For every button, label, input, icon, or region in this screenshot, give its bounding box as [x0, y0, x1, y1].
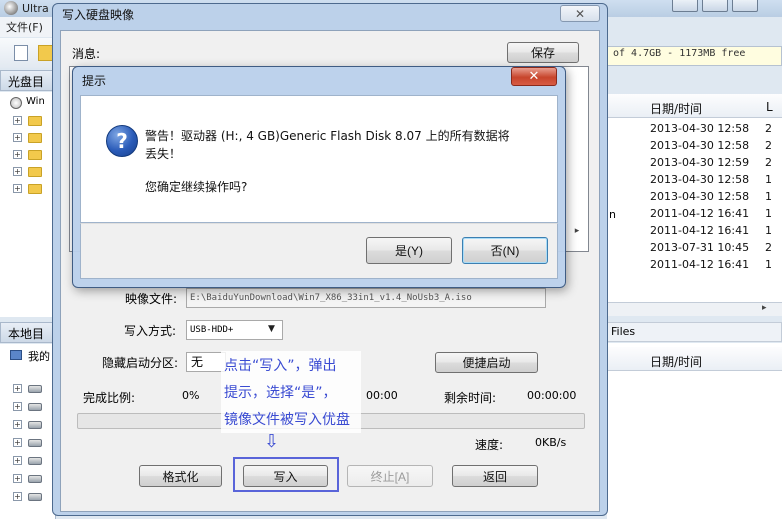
drive-icon[interactable]	[28, 457, 42, 465]
tree-expand-icon[interactable]: +	[13, 133, 22, 142]
files-label: Files	[611, 325, 636, 338]
percent-value: 0%	[182, 389, 200, 402]
new-file-icon[interactable]	[14, 45, 28, 61]
drive-icon[interactable]	[28, 421, 42, 429]
annotation-line: 提示，选择“是”，	[224, 385, 337, 401]
disc-size-text: of 4.7GB - 1173MB free	[613, 48, 746, 59]
tree-expand-icon[interactable]: +	[13, 150, 22, 159]
return-button[interactable]: 返回	[452, 465, 538, 487]
image-file-field[interactable]: E:\BaiduYunDownload\Win7_X86_33in1_v1.4_…	[186, 288, 546, 308]
close-main-button[interactable]	[732, 0, 758, 12]
annotation-line: 镜像文件被写入优盘	[224, 412, 350, 428]
l-column-header[interactable]: L	[766, 100, 773, 114]
confirm-close-button[interactable]: ✕	[511, 67, 557, 86]
confirm-dialog-title: 提示	[82, 74, 107, 88]
save-button[interactable]: 保存	[507, 42, 579, 63]
ultraiso-app-icon	[4, 1, 18, 15]
l-cell: 1	[765, 224, 772, 237]
local-panel-label: 本地目	[8, 327, 45, 341]
quick-boot-button[interactable]: 便捷启动	[435, 352, 538, 373]
write-method-label: 写入方式:	[124, 324, 177, 338]
date-cell: 2013-04-30 12:58	[650, 173, 750, 186]
scroll-right-icon[interactable]: ▸	[762, 303, 767, 313]
no-button[interactable]: 否(N)	[462, 237, 548, 264]
abort-button: 终止[A]	[347, 465, 433, 487]
drive-icon[interactable]	[28, 475, 42, 483]
annotation-line: 点击“写入”，弹出	[224, 358, 337, 374]
date-cell: 2011-04-12 16:41	[650, 207, 750, 220]
date-cell: 2011-04-12 16:41	[650, 224, 750, 237]
drive-icon[interactable]	[28, 385, 42, 393]
write-dialog-close-button[interactable]: ✕	[560, 5, 600, 22]
name-fragment: n	[609, 208, 616, 221]
folder-icon[interactable]	[28, 167, 42, 177]
cd-root-label[interactable]: Win	[26, 96, 45, 107]
l-cell: 1	[765, 190, 772, 203]
drive-icon[interactable]	[28, 439, 42, 447]
tree-expand-icon[interactable]: +	[13, 492, 22, 501]
speed-value: 0KB/s	[535, 436, 567, 449]
tree-expand-icon[interactable]: +	[13, 438, 22, 447]
tree-expand-icon[interactable]: +	[13, 474, 22, 483]
date-cell: 2011-04-12 16:41	[650, 258, 750, 271]
folder-icon[interactable]	[28, 116, 42, 126]
maximize-button[interactable]	[702, 0, 728, 12]
drive-icon[interactable]	[28, 493, 42, 501]
image-file-label: 映像文件:	[125, 292, 178, 306]
horizontal-scrollbar[interactable]	[607, 302, 782, 316]
scroll-right-icon[interactable]: ▸	[567, 226, 587, 240]
tree-expand-icon[interactable]: +	[13, 116, 22, 125]
minimize-button[interactable]	[672, 0, 698, 12]
arrow-down-icon: ⇩	[264, 431, 280, 452]
hidden-partition-label: 隐藏启动分区:	[102, 356, 179, 370]
percent-label: 完成比例:	[83, 391, 136, 405]
menu-file[interactable]: 文件(F)	[6, 19, 43, 35]
date-cell: 2013-04-30 12:58	[650, 122, 750, 135]
date-column-header[interactable]: 日期/时间	[650, 100, 702, 117]
l-cell: 1	[765, 207, 772, 220]
cd-disc-icon	[10, 97, 22, 109]
date-cell: 2013-04-30 12:59	[650, 156, 750, 169]
chevron-down-icon[interactable]: ▼	[268, 324, 275, 334]
folder-icon[interactable]	[28, 150, 42, 160]
speed-label: 速度:	[475, 438, 504, 452]
cd-panel-label: 光盘目	[8, 75, 45, 89]
date-cell: 2013-07-31 10:45	[650, 241, 750, 254]
annotation-highlight-box	[233, 457, 339, 492]
date-cell: 2013-04-30 12:58	[650, 139, 750, 152]
annotation-text: 点击“写入”，弹出 提示，选择“是”， 镜像文件被写入优盘	[224, 353, 364, 434]
tree-expand-icon[interactable]: +	[13, 402, 22, 411]
folder-icon[interactable]	[28, 133, 42, 143]
question-icon: ?	[106, 125, 138, 157]
date-column-header-local[interactable]: 日期/时间	[650, 353, 702, 370]
l-cell: 2	[765, 139, 772, 152]
local-root-label[interactable]: 我的	[28, 348, 50, 364]
format-button[interactable]: 格式化	[139, 465, 222, 487]
l-cell: 2	[765, 156, 772, 169]
warning-text-line2: 丢失！	[145, 147, 182, 161]
tree-expand-icon[interactable]: +	[13, 420, 22, 429]
tree-expand-icon[interactable]: +	[13, 384, 22, 393]
l-cell: 1	[765, 173, 772, 186]
confirm-question-text: 您确定继续操作吗?	[145, 180, 248, 194]
hidden-partition-select[interactable]: 无	[186, 352, 226, 372]
tree-expand-icon[interactable]: +	[13, 456, 22, 465]
drive-icon[interactable]	[28, 403, 42, 411]
message-label: 消息:	[72, 47, 101, 61]
date-cell: 2013-04-30 12:58	[650, 190, 750, 203]
remaining-time-value: 00:00:00	[527, 389, 577, 402]
tree-expand-icon[interactable]: +	[13, 184, 22, 193]
write-dialog-title: 写入硬盘映像	[62, 8, 135, 22]
l-cell: 2	[765, 241, 772, 254]
l-cell: 2	[765, 122, 772, 135]
remaining-time-label: 剩余时间:	[444, 391, 497, 405]
computer-icon	[10, 350, 22, 360]
yes-button[interactable]: 是(Y)	[366, 237, 452, 264]
main-window-title: Ultra	[22, 2, 49, 15]
elapsed-time-value: 00:00	[366, 389, 398, 402]
tree-expand-icon[interactable]: +	[13, 167, 22, 176]
warning-text-line1: 警告！驱动器 (H:, 4 GB)Generic Flash Disk 8.07…	[145, 129, 510, 143]
folder-icon[interactable]	[28, 184, 42, 194]
l-cell: 1	[765, 258, 772, 271]
